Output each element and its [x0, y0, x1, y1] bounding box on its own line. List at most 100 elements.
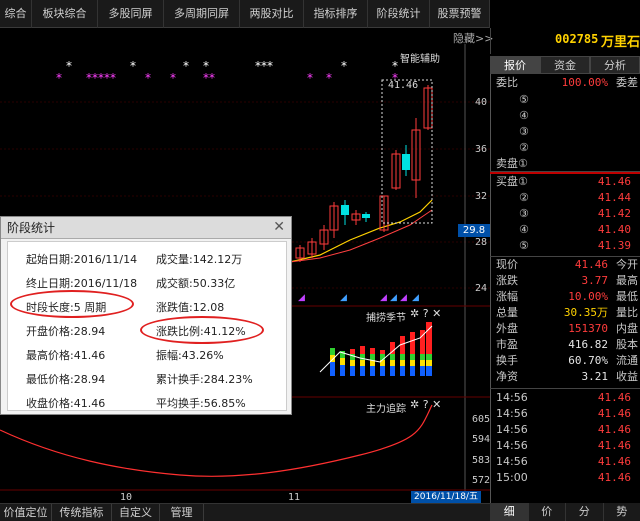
start-date: 起始日期:2016/11/14: [26, 253, 138, 266]
help-icon[interactable]: ?: [423, 307, 429, 320]
svg-text:◢: ◢: [298, 293, 305, 303]
signal-star: **: [203, 71, 215, 85]
tab-price[interactable]: 价: [527, 503, 566, 521]
tick-time: 15:00: [496, 471, 528, 484]
sell-level: ④: [519, 109, 529, 122]
weibi-value: 100.00%: [561, 76, 608, 89]
tick-time: 14:56: [496, 407, 528, 420]
sub2-axis-tick: 572: [472, 475, 491, 486]
gear-icon[interactable]: ✲: [410, 307, 419, 320]
quote-label: 涨幅: [496, 290, 518, 303]
change-value: 涨跌值:12.08: [156, 301, 225, 314]
tab-compare[interactable]: 两股对比: [240, 0, 304, 28]
tab-quote[interactable]: 报价: [490, 56, 540, 74]
svg-text:◢: ◢: [390, 293, 397, 303]
y-axis-tick: 24: [475, 283, 488, 294]
quote-label2: 内盘: [616, 322, 638, 335]
main-force-line: [0, 404, 433, 477]
sell-level: ②: [519, 141, 529, 154]
tab-analysis[interactable]: 分析: [590, 56, 640, 74]
divider: [490, 172, 640, 174]
current-price-tag: 29.8: [458, 224, 490, 237]
y-axis-tick: 28: [475, 237, 488, 248]
cursor-date-tag: 2016/11/18/五: [411, 491, 481, 503]
dialog-title: 阶段统计: [1, 217, 291, 239]
close-icon[interactable]: ✕: [432, 307, 441, 320]
sub2-title[interactable]: 主力追踪: [366, 400, 406, 415]
quote-label2: 收益: [616, 370, 638, 383]
bottom-tabs: 价值定位 传统指标 自定义 管理: [0, 503, 490, 521]
tick-time: 14:56: [496, 391, 528, 404]
average-turnover: 平均换手:56.85%: [156, 397, 246, 410]
tick-price: 41.46: [597, 391, 631, 404]
quote-value: 30.35万: [563, 306, 608, 319]
app-window: 综合 板块综合 多股同屏 多周期同屏 两股对比 指标排序 阶段统计 股票预警 隐…: [0, 0, 640, 521]
assist-label[interactable]: 智能辅助: [400, 50, 440, 65]
tab-trend[interactable]: 势: [602, 503, 640, 521]
sub1-title[interactable]: 捕捞季节: [366, 309, 406, 324]
weibi-label: 委比: [496, 76, 518, 89]
highlight-ellipse: [140, 316, 264, 344]
signal-markers: ◢ ◢ ◢ ◢ ◢ ◢: [298, 293, 419, 303]
buy-level: ⑤: [519, 239, 529, 252]
help-icon[interactable]: ?: [423, 398, 429, 411]
quote-label: 净资: [496, 370, 518, 383]
date-tick: 11: [288, 492, 301, 503]
tab-multi-period[interactable]: 多周期同屏: [164, 0, 240, 28]
tab-indicator-sort[interactable]: 指标排序: [304, 0, 368, 28]
cumulative-turnover: 累计换手:284.23%: [156, 373, 253, 386]
tab-manage[interactable]: 管理: [160, 504, 204, 521]
divider: [490, 256, 640, 257]
tick-time: 14:56: [496, 455, 528, 468]
high-price: 最高价格:41.46: [26, 349, 106, 362]
signal-star: *: [66, 59, 72, 73]
tab-overview[interactable]: 综合: [0, 0, 32, 28]
buy-price: 41.42: [597, 207, 631, 220]
quote-label2: 量比: [616, 306, 638, 319]
quote-label2: 最低: [616, 290, 638, 303]
weicha-label: 委差: [616, 76, 638, 89]
quote-value: 10.00%: [568, 290, 608, 303]
tab-stage-stats[interactable]: 阶段统计: [368, 0, 430, 28]
stock-code: 002785: [555, 32, 599, 46]
tick-price: 41.46: [597, 407, 631, 420]
low-price: 最低价格:28.94: [26, 373, 106, 386]
quote-value: 41.46: [574, 258, 608, 271]
tab-sector-overview[interactable]: 板块综合: [32, 0, 98, 28]
close-icon[interactable]: ✕: [273, 219, 285, 235]
tab-custom[interactable]: 自定义: [112, 504, 160, 521]
quote-label: 市盈: [496, 338, 518, 351]
sub2-axis-tick: 583: [472, 455, 491, 466]
tab-multi-stock[interactable]: 多股同屏: [98, 0, 164, 28]
quote-value: 151370: [568, 322, 608, 335]
close-icon[interactable]: ✕: [432, 398, 441, 411]
tick-price: 41.46: [597, 439, 631, 452]
tab-funds[interactable]: 资金: [540, 56, 590, 74]
quote-value: 3.77: [581, 274, 609, 287]
quote-tabs: 报价 资金 分析: [490, 56, 640, 74]
signal-star: *: [341, 59, 347, 73]
quote-label2: 股本: [616, 338, 638, 351]
tab-traditional-indicators[interactable]: 传统指标: [52, 504, 112, 521]
sub2-axis-tick: 605: [472, 414, 491, 425]
svg-text:◢: ◢: [380, 293, 387, 303]
quote-label: 涨跌: [496, 274, 518, 287]
high-price-label: 41.46: [388, 80, 419, 91]
signal-star: *****: [86, 71, 116, 85]
signal-star: *: [56, 71, 62, 85]
right-bottom-tabs: 细 价 分 势: [490, 503, 640, 521]
date-tick: 10: [120, 492, 133, 503]
tab-minute[interactable]: 分: [565, 503, 603, 521]
gear-icon[interactable]: ✲: [410, 398, 419, 411]
quote-label: 外盘: [496, 322, 518, 335]
highlight-ellipse: [10, 290, 134, 318]
tab-stock-alert[interactable]: 股票预警: [430, 0, 490, 28]
buy-1-label: 买盘①: [496, 175, 528, 188]
signal-star: *: [145, 71, 151, 85]
quote-label2: 今开: [616, 258, 638, 271]
tab-detail[interactable]: 细: [490, 503, 528, 521]
tab-value-position[interactable]: 价值定位: [0, 504, 52, 521]
svg-text:◢: ◢: [340, 293, 347, 303]
divider: [490, 388, 640, 389]
tick-price: 41.46: [597, 455, 631, 468]
